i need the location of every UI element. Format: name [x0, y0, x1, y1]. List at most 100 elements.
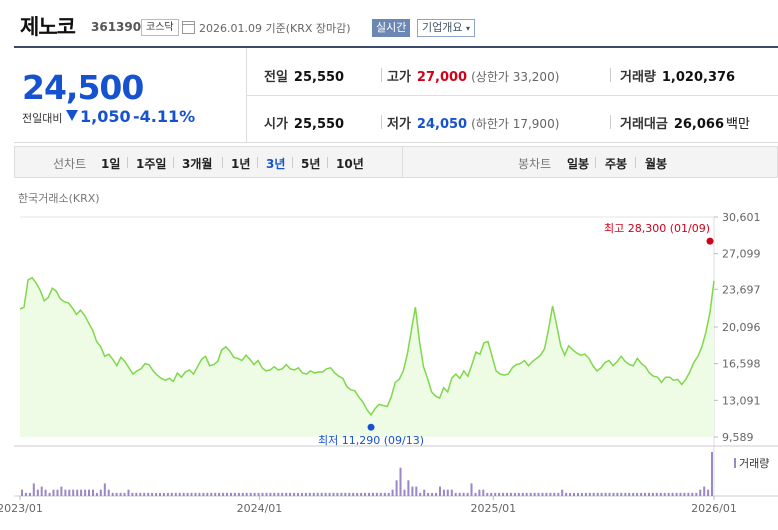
quote-panel: 24,500 전일대비 1,050 -4.11% 전일 25,550 고가 27,0…	[14, 46, 778, 143]
period-3m[interactable]: 3개월	[182, 155, 212, 172]
change-percent: -4.11%	[133, 107, 196, 126]
volume-bar	[166, 492, 169, 496]
change-value: 1,050	[80, 107, 131, 126]
market-badge: 코스닥	[141, 19, 179, 36]
volume-bar	[336, 492, 339, 496]
volume-bar	[237, 492, 240, 496]
volume-bar	[214, 492, 217, 496]
basis-date: 2026.01.09 기준(KRX 장마감)	[199, 22, 351, 35]
volume-bar	[21, 489, 23, 496]
volume-bar	[608, 492, 611, 496]
volume-bar	[289, 492, 292, 496]
volume-bar	[92, 489, 94, 496]
volume-bar	[356, 492, 359, 496]
volume-bar	[580, 492, 583, 496]
period-1d[interactable]: 1일	[101, 155, 120, 172]
y-tick-label: 13,091	[722, 394, 761, 407]
volume-bar	[111, 492, 114, 496]
volume-bar	[119, 492, 122, 496]
period-5y[interactable]: 5년	[301, 155, 320, 172]
volume-bar	[60, 486, 63, 496]
volume-bar	[368, 492, 370, 496]
volume-bar	[281, 492, 284, 496]
volume-bar	[663, 492, 666, 496]
divider	[327, 157, 328, 168]
chart-source: 한국거래소(KRX)	[18, 192, 100, 205]
candle-chart-label: 봉차트	[518, 157, 552, 171]
prev-close-label: 전일	[264, 70, 288, 85]
candle-weekly[interactable]: 주봉	[605, 155, 627, 172]
volume-legend-label: 거래량	[739, 457, 769, 470]
toolbar-divider	[402, 147, 403, 177]
volume-bar	[261, 492, 264, 496]
period-1y[interactable]: 1년	[231, 155, 250, 172]
volume-bar	[123, 492, 126, 496]
volume-bar	[454, 492, 457, 496]
volume-bar	[407, 480, 410, 496]
candle-daily[interactable]: 일봉	[567, 155, 589, 172]
volume-bar	[375, 492, 378, 496]
volume-bar	[273, 492, 276, 496]
volume-bar	[561, 489, 564, 496]
period-3y[interactable]: 3년	[266, 155, 285, 172]
volume-bar	[95, 492, 98, 496]
period-1w[interactable]: 1주일	[136, 155, 166, 172]
volume-bar	[80, 489, 83, 496]
volume-bar	[139, 492, 142, 496]
volume-bar	[450, 489, 453, 496]
realtime-button[interactable]: 실시간	[372, 19, 411, 37]
volume-bar	[403, 489, 406, 496]
divider	[610, 115, 611, 129]
volume: 거래량 1,020,376	[620, 66, 735, 85]
company-overview-label: 기업개요	[422, 21, 463, 34]
volume-bar	[190, 492, 193, 496]
volume-bar	[509, 492, 512, 496]
y-tick-label: 27,099	[722, 248, 761, 261]
down-arrow-icon	[66, 110, 78, 121]
volume-bar	[521, 492, 524, 496]
price-chart[interactable]: 30,601 27,099 23,697 20,096 16,598 13,091 9,58…	[0, 205, 778, 530]
volume-bar	[186, 492, 189, 496]
volume-bar	[687, 492, 690, 496]
volume-bar	[328, 492, 331, 496]
volume-bar	[159, 492, 161, 496]
lower-limit: (하한가 17,900)	[471, 117, 560, 131]
volume-bar	[72, 489, 75, 496]
volume-bar	[155, 492, 158, 496]
current-price-panel: 24,500 전일대비 1,050 -4.11%	[14, 48, 247, 143]
volume-bar	[517, 492, 520, 496]
volume-bar	[36, 489, 39, 496]
company-overview-button[interactable]: 기업개요 ▾	[417, 19, 475, 37]
volume-bar	[644, 492, 646, 496]
volume-bar	[131, 492, 134, 496]
prev-close: 전일 25,550	[264, 66, 344, 85]
x-tick-label: 2023/01	[0, 502, 43, 515]
volume-bar	[648, 492, 650, 496]
volume-bar	[596, 492, 599, 496]
volume-bar	[525, 492, 528, 496]
volume-bar	[462, 492, 465, 496]
trade-value-label: 거래대금	[620, 117, 668, 132]
volume-bar	[435, 492, 437, 496]
volume-bar	[458, 492, 461, 496]
period-10y[interactable]: 10년	[336, 155, 364, 172]
volume-bar	[533, 492, 536, 496]
high-price: 고가 27,000 (상한가 33,200)	[387, 66, 559, 85]
volume-bar	[478, 489, 481, 496]
candle-monthly[interactable]: 월봉	[645, 155, 667, 172]
volume-bar	[541, 492, 544, 496]
low-value: 24,050	[416, 117, 468, 132]
divider	[635, 157, 636, 168]
x-axis: 2023/01 2024/01 2025/01 2026/01	[0, 496, 737, 515]
volume-bar	[529, 492, 532, 496]
volume-bar	[293, 492, 296, 496]
divider	[173, 157, 174, 168]
volume-bar	[40, 486, 43, 496]
volume-bar	[577, 492, 579, 496]
volume-bar	[671, 492, 674, 496]
volume-bar	[640, 492, 643, 496]
y-tick-label: 16,598	[722, 358, 761, 371]
volume-bar	[431, 492, 434, 496]
y-axis: 30,601 27,099 23,697 20,096 16,598 13,091 9,58…	[714, 211, 761, 444]
volume-bar	[584, 492, 587, 496]
